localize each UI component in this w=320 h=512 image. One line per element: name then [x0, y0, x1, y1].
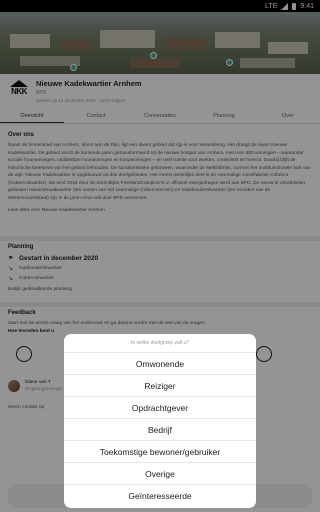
option-toekomstige-bewoner[interactable]: Toekomstige bewoner/gebruiker: [64, 440, 256, 462]
target-group-sheet: In welke doelgroep valt u? Omwonende Rei…: [64, 334, 256, 508]
option-bedrijf[interactable]: Bedrijf: [64, 418, 256, 440]
sheet-header: In welke doelgroep valt u?: [130, 340, 190, 346]
option-omwonende[interactable]: Omwonende: [64, 352, 256, 374]
option-opdrachtgever[interactable]: Opdrachtgever: [64, 396, 256, 418]
option-overige[interactable]: Overige: [64, 462, 256, 484]
option-reiziger[interactable]: Reiziger: [64, 374, 256, 396]
option-geinteresseerde[interactable]: Geïnteresseerde: [64, 484, 256, 506]
